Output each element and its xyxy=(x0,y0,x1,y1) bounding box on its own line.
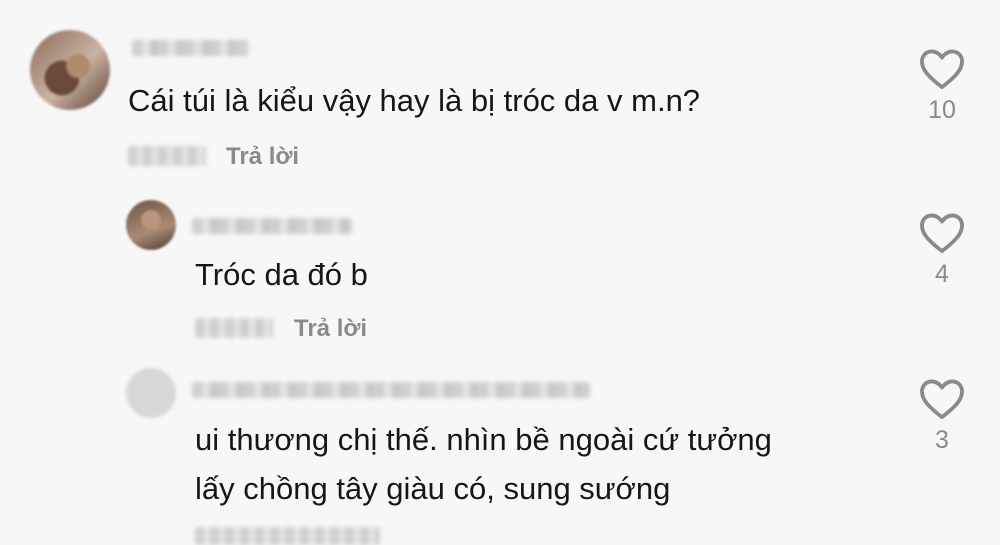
avatar[interactable] xyxy=(126,368,176,418)
heart-outline-icon xyxy=(920,213,964,254)
comment-text-line-2: lấy chồng tây giàu có, sung sướng xyxy=(195,471,671,506)
like-count: 4 xyxy=(935,260,949,288)
reply-button[interactable]: Trả lời xyxy=(294,315,367,343)
comment-text: Tróc da đó b xyxy=(195,257,368,292)
username-blurred[interactable] xyxy=(192,218,352,234)
avatar[interactable] xyxy=(126,200,176,250)
username-blurred[interactable] xyxy=(192,382,590,398)
heart-outline-icon xyxy=(920,49,964,90)
timestamp-blurred xyxy=(195,527,380,545)
like-count: 10 xyxy=(928,96,956,124)
timestamp-blurred xyxy=(128,146,206,166)
like-count: 3 xyxy=(935,426,949,454)
like-button[interactable]: 4 xyxy=(912,212,972,289)
timestamp-blurred xyxy=(195,318,273,338)
avatar[interactable] xyxy=(30,30,110,110)
comment-text: Cái túi là kiểu vậy hay là bị tróc da v … xyxy=(128,83,701,118)
heart-outline-icon xyxy=(920,379,964,420)
like-button[interactable]: 3 xyxy=(912,378,972,455)
like-button[interactable]: 10 xyxy=(912,48,972,125)
comment-text-line-1: ui thương chị thế. nhìn bề ngoài cứ tưởn… xyxy=(195,422,772,457)
username-blurred[interactable] xyxy=(132,40,250,56)
reply-button[interactable]: Trả lời xyxy=(226,143,299,171)
